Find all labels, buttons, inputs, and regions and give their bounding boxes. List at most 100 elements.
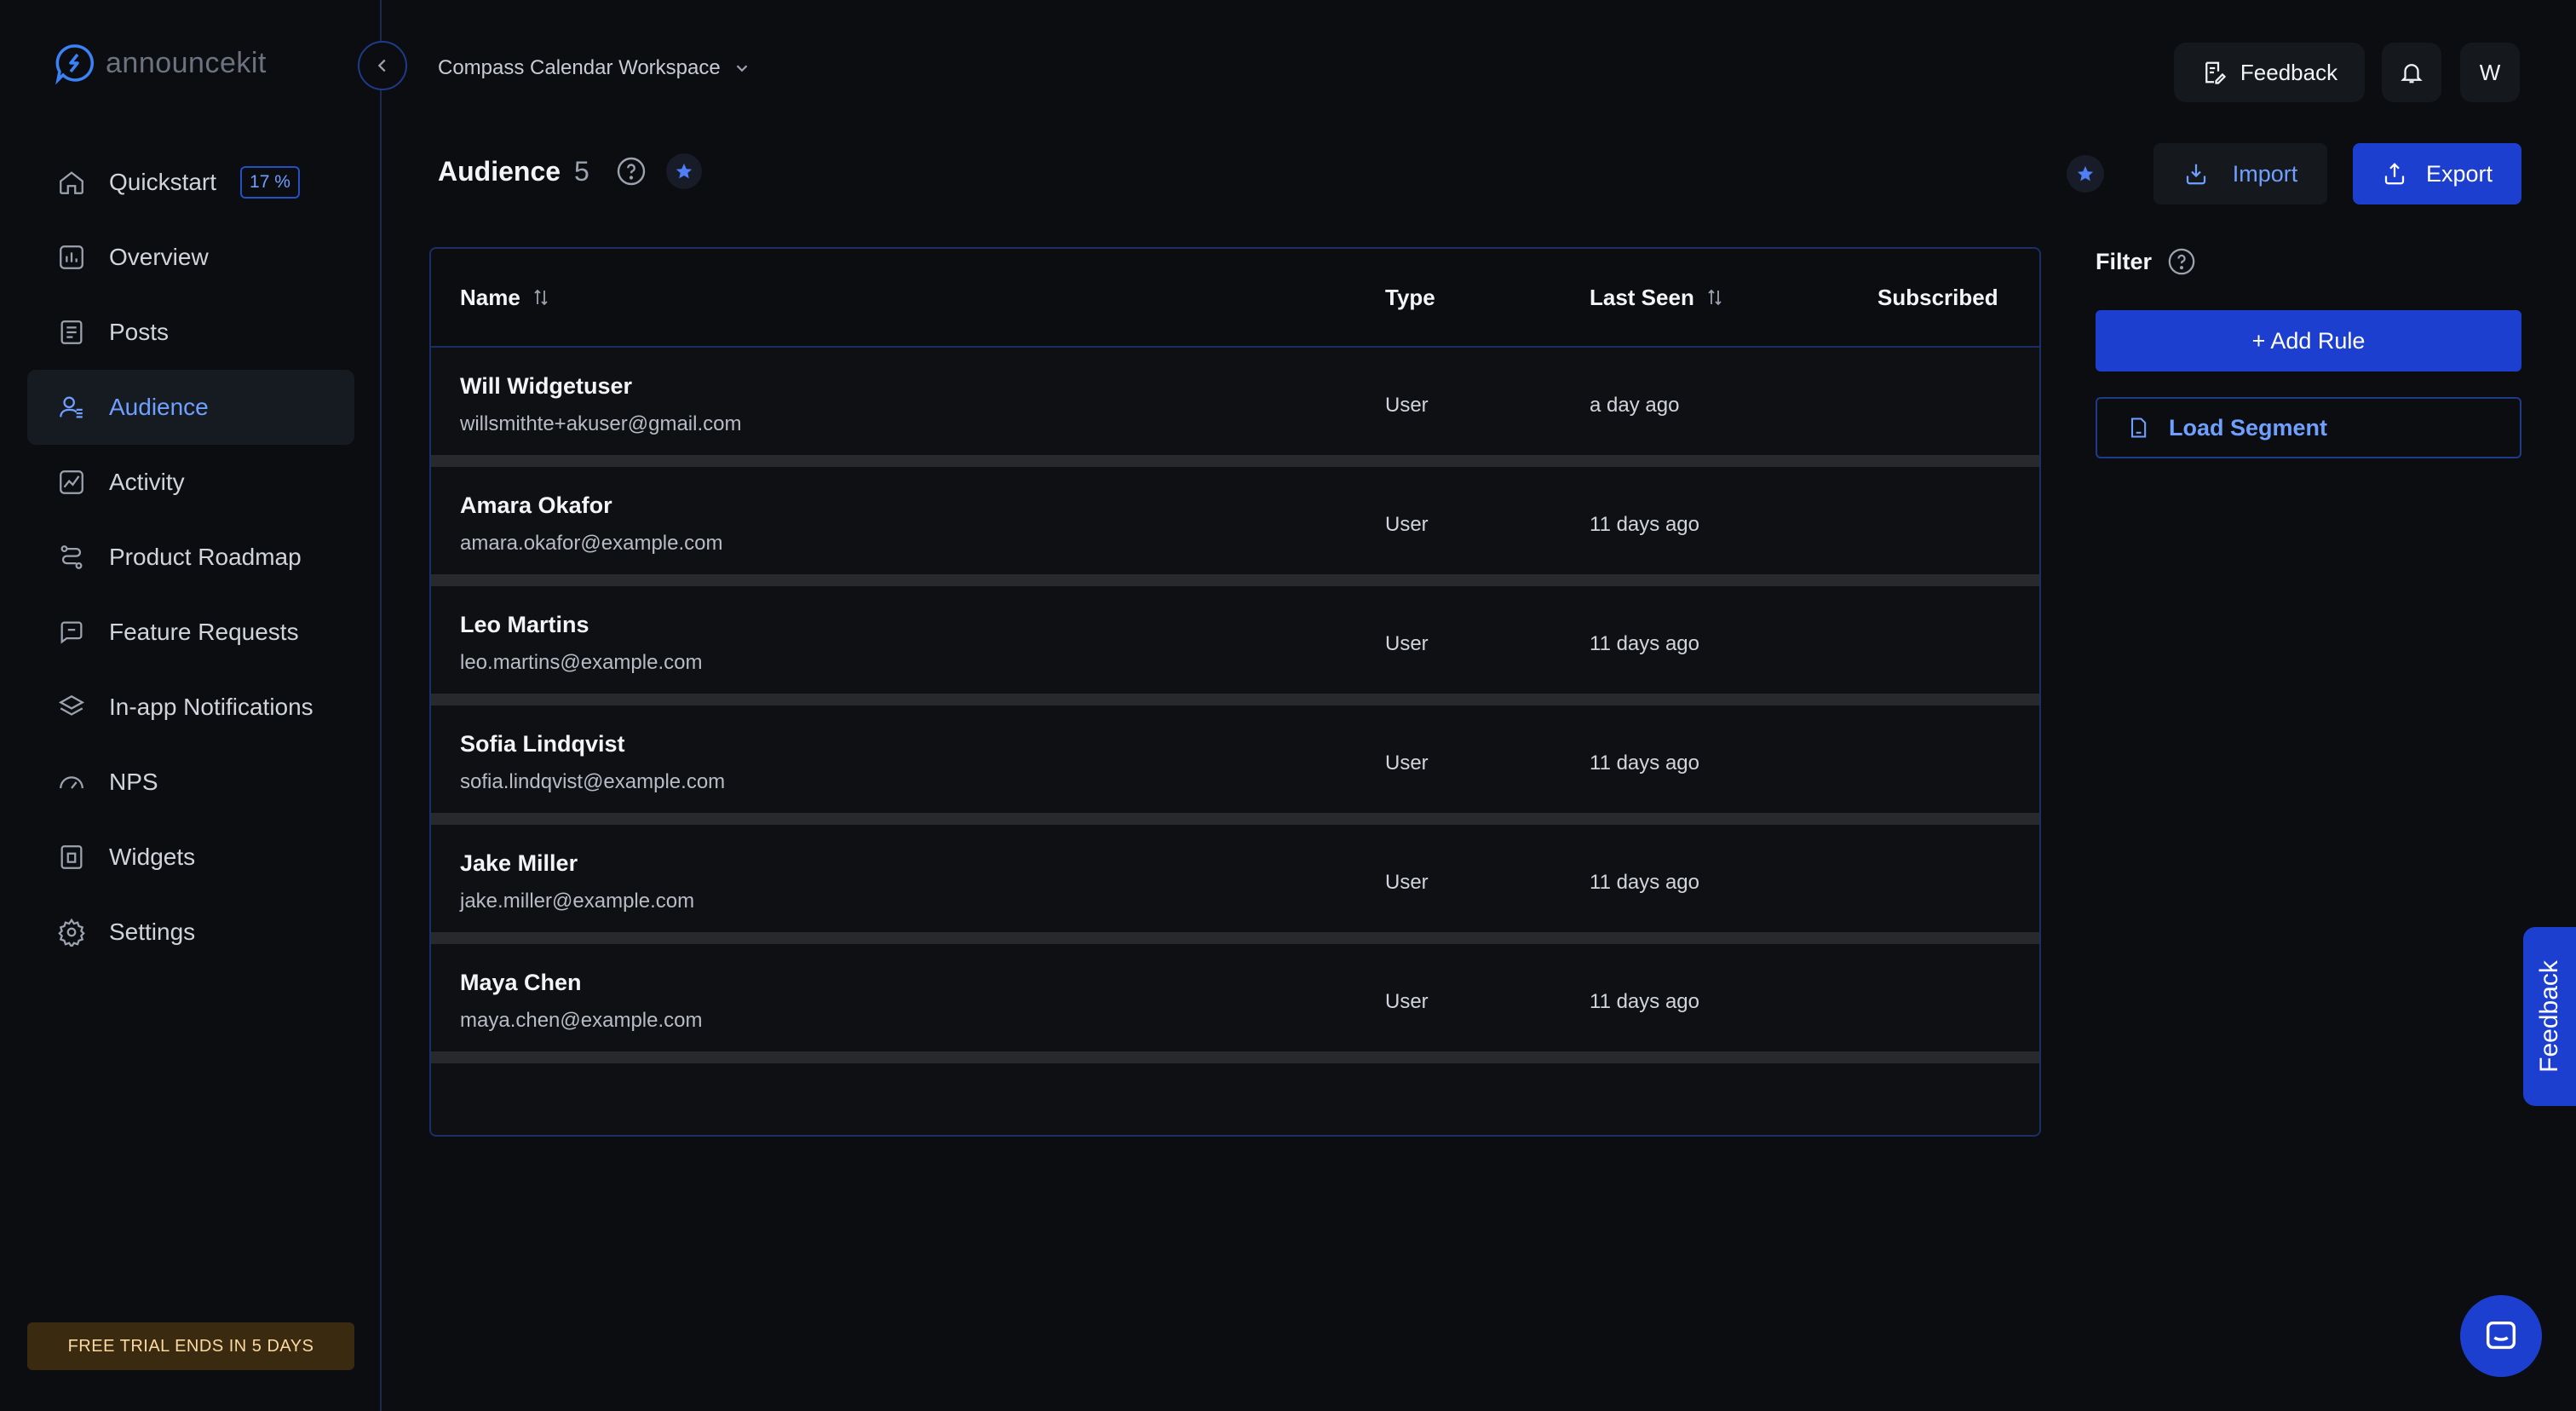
sidebar-item-label: Activity: [109, 469, 185, 495]
user-type: User: [1385, 990, 1429, 1013]
brand-name: announcekit: [106, 46, 267, 79]
sidebar-item-feature-requests[interactable]: Feature Requests: [27, 595, 354, 670]
user-name: Leo Martins: [460, 612, 589, 637]
table-row[interactable]: Will Widgetuser willsmithte+akuser@gmail…: [431, 348, 2039, 467]
load-segment-label: Load Segment: [2169, 414, 2328, 441]
sidebar-item-product-roadmap[interactable]: Product Roadmap: [27, 520, 354, 595]
document-icon: [2130, 418, 2147, 438]
sidebar-item-label: Quickstart: [109, 169, 217, 195]
avatar[interactable]: W: [2460, 43, 2520, 102]
user-type: User: [1385, 394, 1429, 417]
roadmap-icon: [56, 542, 87, 573]
sidebar-item-label: Overview: [109, 244, 209, 270]
filter-heading: Filter: [2096, 247, 2196, 276]
sidebar-item-label: Audience: [109, 394, 209, 420]
table-header: Name Type Last Seen Subscribed: [431, 249, 2039, 348]
sidebar-item-quickstart[interactable]: Quickstart 17 %: [27, 145, 354, 220]
feedback-label: Feedback: [2240, 59, 2338, 85]
user-name: Jake Miller: [460, 850, 578, 876]
star-icon: [2077, 165, 2094, 181]
chat-icon: [2486, 1321, 2516, 1350]
user-name: Sofia Lindqvist: [460, 731, 625, 757]
feedback-button[interactable]: Feedback: [2174, 43, 2365, 102]
user-last-seen: 11 days ago: [1590, 513, 1699, 536]
user-last-seen: 11 days ago: [1590, 752, 1699, 775]
filter-label: Filter: [2096, 248, 2153, 274]
audience-count: 5: [574, 155, 589, 187]
column-header-label: Subscribed: [1877, 284, 1998, 310]
layers-icon: [56, 692, 87, 723]
add-rule-button[interactable]: + Add Rule: [2096, 310, 2521, 371]
workspace-selector[interactable]: Compass Calendar Workspace: [438, 56, 751, 80]
sidebar-item-widgets[interactable]: Widgets: [27, 820, 354, 895]
document-icon: [56, 317, 87, 348]
user-email: leo.martins@example.com: [460, 651, 703, 674]
table-row[interactable]: Amara Okafor amara.okafor@example.com Us…: [431, 467, 2039, 586]
chat-launcher-button[interactable]: [2460, 1295, 2542, 1377]
export-label: Export: [2425, 160, 2493, 187]
column-header-last-seen[interactable]: Last Seen: [1590, 285, 1725, 311]
sidebar-collapse-button[interactable]: [358, 41, 407, 90]
table-row[interactable]: Jake Miller jake.miller@example.com User…: [431, 825, 2039, 944]
sidebar-item-in-app-notifications[interactable]: In-app Notifications: [27, 670, 354, 745]
table-row[interactable]: Leo Martins leo.martins@example.com User…: [431, 586, 2039, 706]
page-header: Audience 5: [438, 153, 702, 189]
sidebar-item-label: NPS: [109, 769, 158, 795]
user-type: User: [1385, 871, 1429, 894]
user-email: willsmithte+akuser@gmail.com: [460, 412, 742, 435]
trial-banner[interactable]: FREE TRIAL ENDS IN 5 DAYS: [27, 1322, 354, 1370]
sidebar: announcekit Quickstart 17 % Overview Pos…: [0, 0, 382, 1411]
sort-icon: [1708, 289, 1722, 306]
user-last-seen: 11 days ago: [1590, 990, 1699, 1013]
bar-chart-icon: [56, 242, 87, 273]
user-email: maya.chen@example.com: [460, 1009, 703, 1032]
activity-chart-icon: [56, 467, 87, 498]
help-icon[interactable]: [2167, 247, 2196, 276]
announcekit-logo-icon: [55, 44, 95, 85]
favorite-star-button[interactable]: [665, 153, 702, 189]
quickstart-progress-badge: 17 %: [240, 166, 300, 199]
side-feedback-tab[interactable]: Feedback: [2523, 927, 2576, 1106]
column-header-label: Name: [460, 284, 520, 310]
sidebar-item-nps[interactable]: NPS: [27, 745, 354, 820]
sidebar-item-label: Feature Requests: [109, 619, 299, 645]
user-name: Will Widgetuser: [460, 373, 633, 399]
sidebar-item-posts[interactable]: Posts: [27, 295, 354, 370]
star-icon: [676, 163, 692, 179]
pinned-star-button[interactable]: [2067, 155, 2104, 193]
help-icon[interactable]: [613, 153, 649, 189]
feedback-note-icon: [2205, 61, 2226, 84]
sidebar-item-audience[interactable]: Audience: [27, 370, 354, 445]
sidebar-item-settings[interactable]: Settings: [27, 895, 354, 970]
user-last-seen: a day ago: [1590, 394, 1680, 417]
sidebar-item-label: Widgets: [109, 844, 196, 870]
export-icon: [2384, 163, 2405, 185]
user-email: sofia.lindqvist@example.com: [460, 770, 726, 793]
user-type: User: [1385, 752, 1429, 775]
sidebar-item-label: Product Roadmap: [109, 544, 302, 570]
audience-table: Name Type Last Seen Subscribed Will Widg…: [429, 247, 2041, 1137]
import-button[interactable]: Import: [2153, 143, 2327, 204]
sidebar-item-activity[interactable]: Activity: [27, 445, 354, 520]
widget-icon: [56, 842, 87, 873]
column-header-type: Type: [1385, 285, 1435, 311]
table-row[interactable]: Sofia Lindqvist sofia.lindqvist@example.…: [431, 706, 2039, 825]
load-segment-button[interactable]: Load Segment: [2096, 397, 2521, 458]
column-header-name[interactable]: Name: [460, 285, 551, 311]
chevron-down-icon: [736, 65, 748, 72]
table-row[interactable]: Maya Chen maya.chen@example.com User 11 …: [431, 944, 2039, 1063]
sidebar-item-overview[interactable]: Overview: [27, 220, 354, 295]
export-button[interactable]: Export: [2353, 143, 2521, 204]
chevron-left-icon: [377, 59, 386, 72]
gauge-icon: [56, 767, 87, 798]
sidebar-item-label: In-app Notifications: [109, 694, 313, 720]
user-email: amara.okafor@example.com: [460, 532, 723, 555]
notifications-button[interactable]: [2382, 43, 2441, 102]
user-email: jake.miller@example.com: [460, 890, 695, 913]
sidebar-item-label: Posts: [109, 319, 170, 345]
user-name: Maya Chen: [460, 970, 582, 995]
import-icon: [2186, 164, 2205, 185]
user-last-seen: 11 days ago: [1590, 871, 1699, 894]
column-header-label: Last Seen: [1590, 284, 1694, 310]
brand-logo[interactable]: announcekit: [53, 41, 267, 85]
